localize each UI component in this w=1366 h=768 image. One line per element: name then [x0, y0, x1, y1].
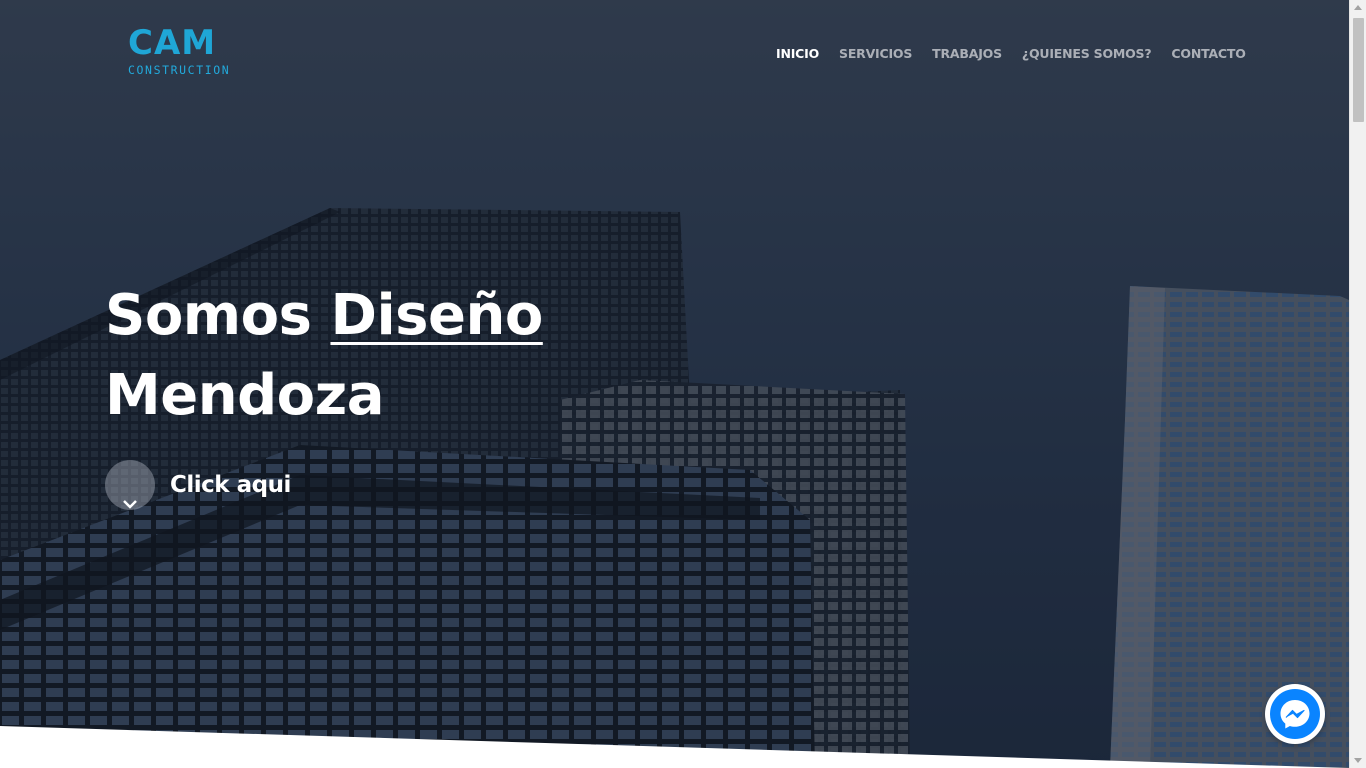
headline-prefix: Somos — [105, 283, 331, 348]
headline-line2: Mendoza — [105, 363, 385, 428]
main-nav: INICIO SERVICIOS TRABAJOS ¿QUIENES SOMOS… — [776, 46, 1266, 62]
scrollbar-thumb[interactable] — [1353, 18, 1364, 122]
messenger-chat-button[interactable] — [1265, 684, 1325, 744]
chevron-down-icon — [123, 500, 137, 509]
messenger-icon — [1270, 689, 1320, 739]
page-scrollbar[interactable] — [1349, 0, 1366, 768]
scroll-up-arrow-icon[interactable] — [1354, 5, 1362, 10]
cta-label[interactable]: Click aqui — [170, 472, 291, 498]
nav-item-inicio[interactable]: INICIO — [776, 46, 819, 62]
nav-item-trabajos[interactable]: TRABAJOS — [932, 46, 1002, 62]
scroll-down-arrow-icon[interactable] — [1354, 758, 1362, 763]
nav-item-contacto[interactable]: CONTACTO — [1171, 46, 1245, 62]
scroll-down-cta[interactable]: Click aqui — [105, 460, 291, 510]
site-logo[interactable]: CAM CONSTRUCTION — [128, 23, 288, 80]
page: CAM CONSTRUCTION INICIO SERVICIOS TRABAJ… — [0, 0, 1349, 768]
nav-item-servicios[interactable]: SERVICIOS — [839, 46, 912, 62]
hero-headline: Somos Diseño Mendoza — [105, 276, 805, 436]
cta-circle[interactable] — [105, 460, 155, 510]
logo-main-text: CAM — [128, 23, 217, 63]
logo-sub-text: CONSTRUCTION — [128, 63, 231, 77]
headline-highlight: Diseño — [330, 283, 543, 348]
nav-item-quienes-somos[interactable]: ¿QUIENES SOMOS? — [1022, 46, 1152, 62]
